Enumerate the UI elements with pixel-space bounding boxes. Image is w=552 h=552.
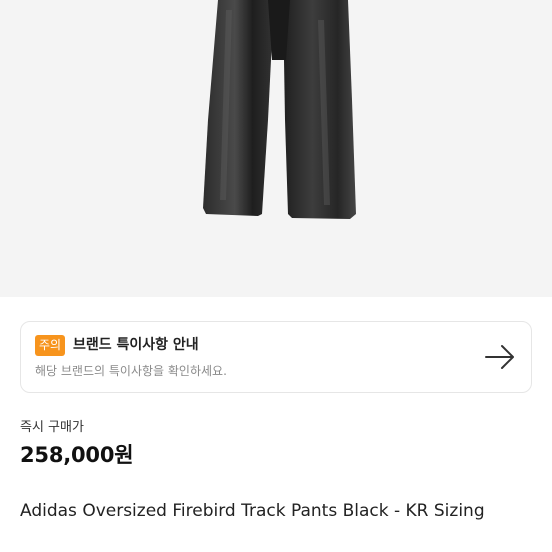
track-pants-image [203, 0, 356, 219]
product-title: Adidas Oversized Firebird Track Pants Bl… [20, 501, 485, 521]
notice-title: 브랜드 특이사항 안내 [73, 337, 199, 353]
price-label: 즉시 구매가 [20, 420, 84, 435]
product-image [0, 0, 552, 297]
price-value: 258,000원 [20, 443, 134, 467]
arrow-right-icon[interactable] [483, 344, 517, 370]
brand-notice-card[interactable]: 주의 브랜드 특이사항 안내 해당 브랜드의 특이사항을 확인하세요. [20, 321, 532, 393]
caution-badge: 주의 [35, 335, 66, 356]
notice-subtitle: 해당 브랜드의 특이사항을 확인하세요. [35, 364, 227, 378]
